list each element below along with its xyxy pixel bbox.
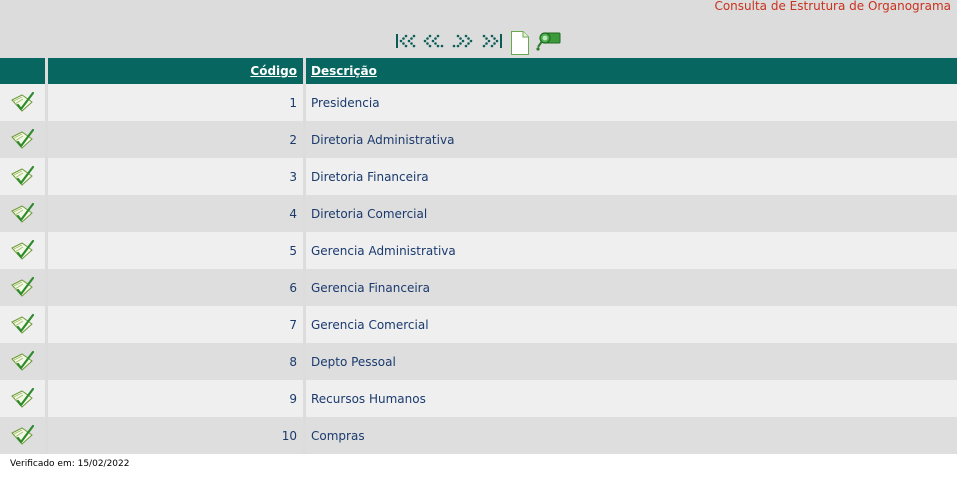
descricao-header: Descrição bbox=[304, 58, 957, 84]
previous-page-icon[interactable] bbox=[422, 30, 446, 56]
codigo-header: Código bbox=[46, 58, 306, 84]
actions-header bbox=[0, 58, 48, 84]
row-action-cell bbox=[0, 269, 48, 306]
sort-by-descricao-link[interactable]: Descrição bbox=[311, 64, 377, 78]
codigo-cell: 8 bbox=[46, 343, 306, 380]
codigo-cell: 5 bbox=[46, 232, 306, 269]
descricao-cell: Diretoria Financeira bbox=[304, 158, 957, 195]
verified-date: Verificado em: 15/02/2022 bbox=[10, 459, 130, 469]
edit-icon[interactable] bbox=[10, 424, 36, 448]
table-row: 1 Presidencia bbox=[0, 84, 957, 121]
edit-icon[interactable] bbox=[10, 128, 36, 152]
table-row: 7 Gerencia Comercial bbox=[0, 306, 957, 343]
table-row: 3 Diretoria Financeira bbox=[0, 158, 957, 195]
search-icon[interactable] bbox=[535, 30, 563, 58]
row-action-cell bbox=[0, 343, 48, 380]
table-header-row: Código Descrição bbox=[0, 58, 957, 84]
edit-icon[interactable] bbox=[10, 387, 36, 411]
edit-icon[interactable] bbox=[10, 276, 36, 300]
top-bar: Consulta de Estrutura de Organograma bbox=[0, 0, 957, 58]
edit-icon[interactable] bbox=[10, 202, 36, 226]
codigo-cell: 2 bbox=[46, 121, 306, 158]
table-row: 2 Diretoria Administrativa bbox=[0, 121, 957, 158]
table-row: 4 Diretoria Comercial bbox=[0, 195, 957, 232]
row-action-cell bbox=[0, 380, 48, 417]
sort-by-codigo-link[interactable]: Código bbox=[250, 64, 297, 78]
row-action-cell bbox=[0, 417, 48, 454]
table-row: 9 Recursos Humanos bbox=[0, 380, 957, 417]
last-page-icon[interactable] bbox=[480, 30, 504, 56]
table-row: 10 Compras bbox=[0, 417, 957, 454]
row-action-cell bbox=[0, 306, 48, 343]
descricao-cell: Diretoria Administrativa bbox=[304, 121, 957, 158]
edit-icon[interactable] bbox=[10, 313, 36, 337]
row-action-cell bbox=[0, 84, 48, 121]
codigo-cell: 6 bbox=[46, 269, 306, 306]
row-action-cell bbox=[0, 232, 48, 269]
descricao-cell: Diretoria Comercial bbox=[304, 195, 957, 232]
first-page-icon[interactable] bbox=[395, 30, 419, 56]
codigo-cell: 1 bbox=[46, 84, 306, 121]
codigo-cell: 4 bbox=[46, 195, 306, 232]
descricao-cell: Gerencia Comercial bbox=[304, 306, 957, 343]
descricao-cell: Gerencia Financeira bbox=[304, 269, 957, 306]
descricao-cell: Compras bbox=[304, 417, 957, 454]
edit-icon[interactable] bbox=[10, 91, 36, 115]
table-row: 6 Gerencia Financeira bbox=[0, 269, 957, 306]
row-action-cell bbox=[0, 121, 48, 158]
descricao-cell: Gerencia Administrativa bbox=[304, 232, 957, 269]
codigo-cell: 10 bbox=[46, 417, 306, 454]
edit-icon[interactable] bbox=[10, 239, 36, 263]
row-action-cell bbox=[0, 195, 48, 232]
codigo-cell: 9 bbox=[46, 380, 306, 417]
next-page-icon[interactable] bbox=[451, 30, 475, 56]
descricao-cell: Presidencia bbox=[304, 84, 957, 121]
row-action-cell bbox=[0, 158, 48, 195]
table-row: 8 Depto Pessoal bbox=[0, 343, 957, 380]
codigo-cell: 3 bbox=[46, 158, 306, 195]
edit-icon[interactable] bbox=[10, 165, 36, 189]
organogram-table: Código Descrição 1 Presidencia 2 Diretoria … bbox=[0, 58, 957, 454]
descricao-cell: Recursos Humanos bbox=[304, 380, 957, 417]
descricao-cell: Depto Pessoal bbox=[304, 343, 957, 380]
table-row: 5 Gerencia Administrativa bbox=[0, 232, 957, 269]
page-title: Consulta de Estrutura de Organograma bbox=[714, 0, 951, 13]
new-document-icon[interactable] bbox=[510, 30, 530, 60]
codigo-cell: 7 bbox=[46, 306, 306, 343]
edit-icon[interactable] bbox=[10, 350, 36, 374]
